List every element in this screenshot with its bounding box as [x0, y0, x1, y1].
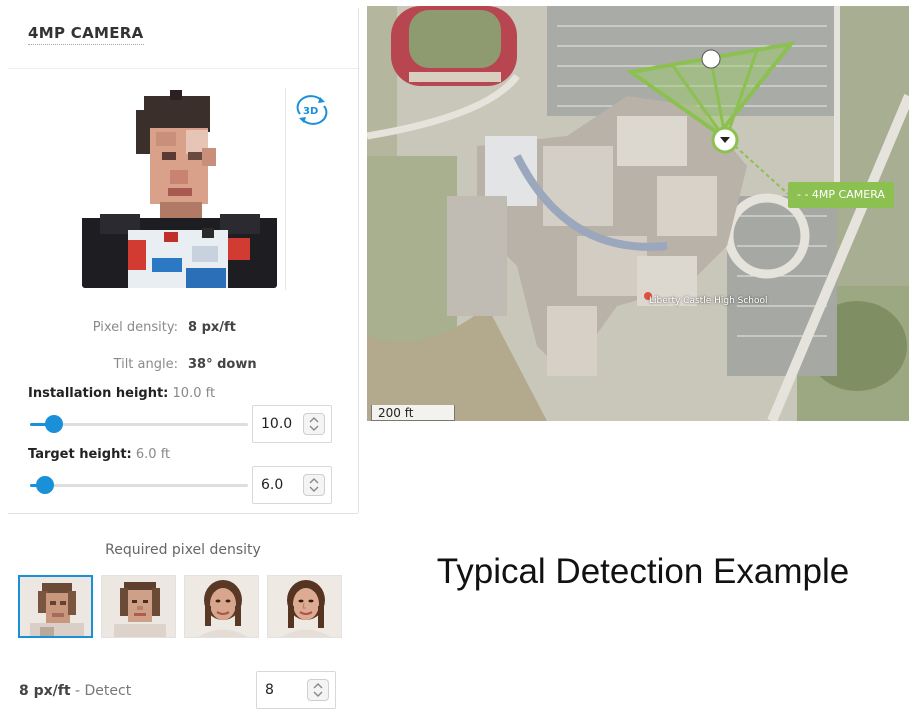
- map-scale: 200 ft: [371, 405, 455, 421]
- stepper-arrows[interactable]: [307, 679, 329, 701]
- stepper-arrows[interactable]: [303, 413, 325, 435]
- target-height-label: Target height: 6.0 ft: [28, 447, 170, 462]
- installation-height-input[interactable]: [253, 406, 305, 442]
- installation-height-stepper[interactable]: [252, 405, 332, 443]
- preview-frame: [54, 88, 286, 290]
- pixelated-face-preview: [82, 90, 277, 288]
- camera-panel: 4MP CAMERA 3D Pixel density: 8 px/ft Til…: [8, 0, 358, 721]
- density-thumb-identify[interactable]: [267, 575, 342, 638]
- up-down-chevron-icon: [309, 417, 319, 431]
- divider: [8, 68, 358, 69]
- target-height-title: Target height:: [28, 447, 132, 462]
- detect-density-value: 8 px/ft: [19, 683, 71, 699]
- density-thumb-recognize[interactable]: [184, 575, 259, 638]
- rotate-3d-icon: 3D: [296, 95, 328, 125]
- target-height-text: 6.0 ft: [135, 447, 171, 462]
- slider-handle[interactable]: [36, 476, 55, 494]
- face-thumb-image: [268, 576, 341, 637]
- panel-separator: [358, 8, 359, 513]
- detect-separator: -: [70, 683, 85, 699]
- face-thumb-image: [20, 577, 91, 636]
- installation-height-slider[interactable]: [30, 414, 248, 434]
- installation-height-text: 10.0 ft: [172, 386, 216, 401]
- section-divider: [8, 513, 358, 514]
- installation-height-label: Installation height: 10.0 ft: [28, 386, 215, 401]
- view-3d-label: 3D: [303, 106, 318, 117]
- tilt-angle-label: Tilt angle:: [113, 357, 178, 372]
- pixel-density-label: Pixel density:: [92, 320, 178, 335]
- required-pixel-density-title: Required pixel density: [105, 542, 261, 558]
- density-thumb-observe[interactable]: [101, 575, 176, 638]
- target-height-input[interactable]: [253, 467, 305, 503]
- detect-summary: 8 px/ft - Detect: [19, 683, 131, 699]
- slider-handle[interactable]: [44, 415, 63, 433]
- camera-title[interactable]: 4MP CAMERA: [28, 24, 144, 45]
- detect-level-label: Detect: [84, 683, 132, 699]
- tilt-angle-value: 38° down: [188, 357, 257, 372]
- satellite-map[interactable]: Liberty Castle High School - - 4MP CAMER…: [367, 6, 909, 421]
- slider-track: [30, 484, 248, 487]
- face-thumb-image: [102, 576, 175, 637]
- caption: Typical Detection Example: [436, 552, 850, 591]
- pixel-density-input[interactable]: [257, 672, 309, 708]
- aerial-map-image: [367, 6, 909, 421]
- view-3d-toggle[interactable]: 3D: [294, 94, 330, 126]
- target-height-stepper[interactable]: [252, 466, 332, 504]
- installation-height-title: Installation height:: [28, 386, 169, 401]
- pixel-density-value: 8 px/ft: [188, 320, 236, 335]
- face-thumb-image: [185, 576, 258, 637]
- pixel-density-stepper[interactable]: [256, 671, 336, 709]
- density-thumb-detect[interactable]: [18, 575, 93, 638]
- up-down-chevron-icon: [309, 478, 319, 492]
- up-down-chevron-icon: [313, 683, 323, 697]
- map-camera-tag[interactable]: - - 4MP CAMERA: [788, 182, 894, 208]
- target-height-slider[interactable]: [30, 475, 248, 495]
- pixelated-face-image: [82, 90, 277, 288]
- map-place-label: Liberty Castle High School: [649, 296, 768, 306]
- stepper-arrows[interactable]: [303, 474, 325, 496]
